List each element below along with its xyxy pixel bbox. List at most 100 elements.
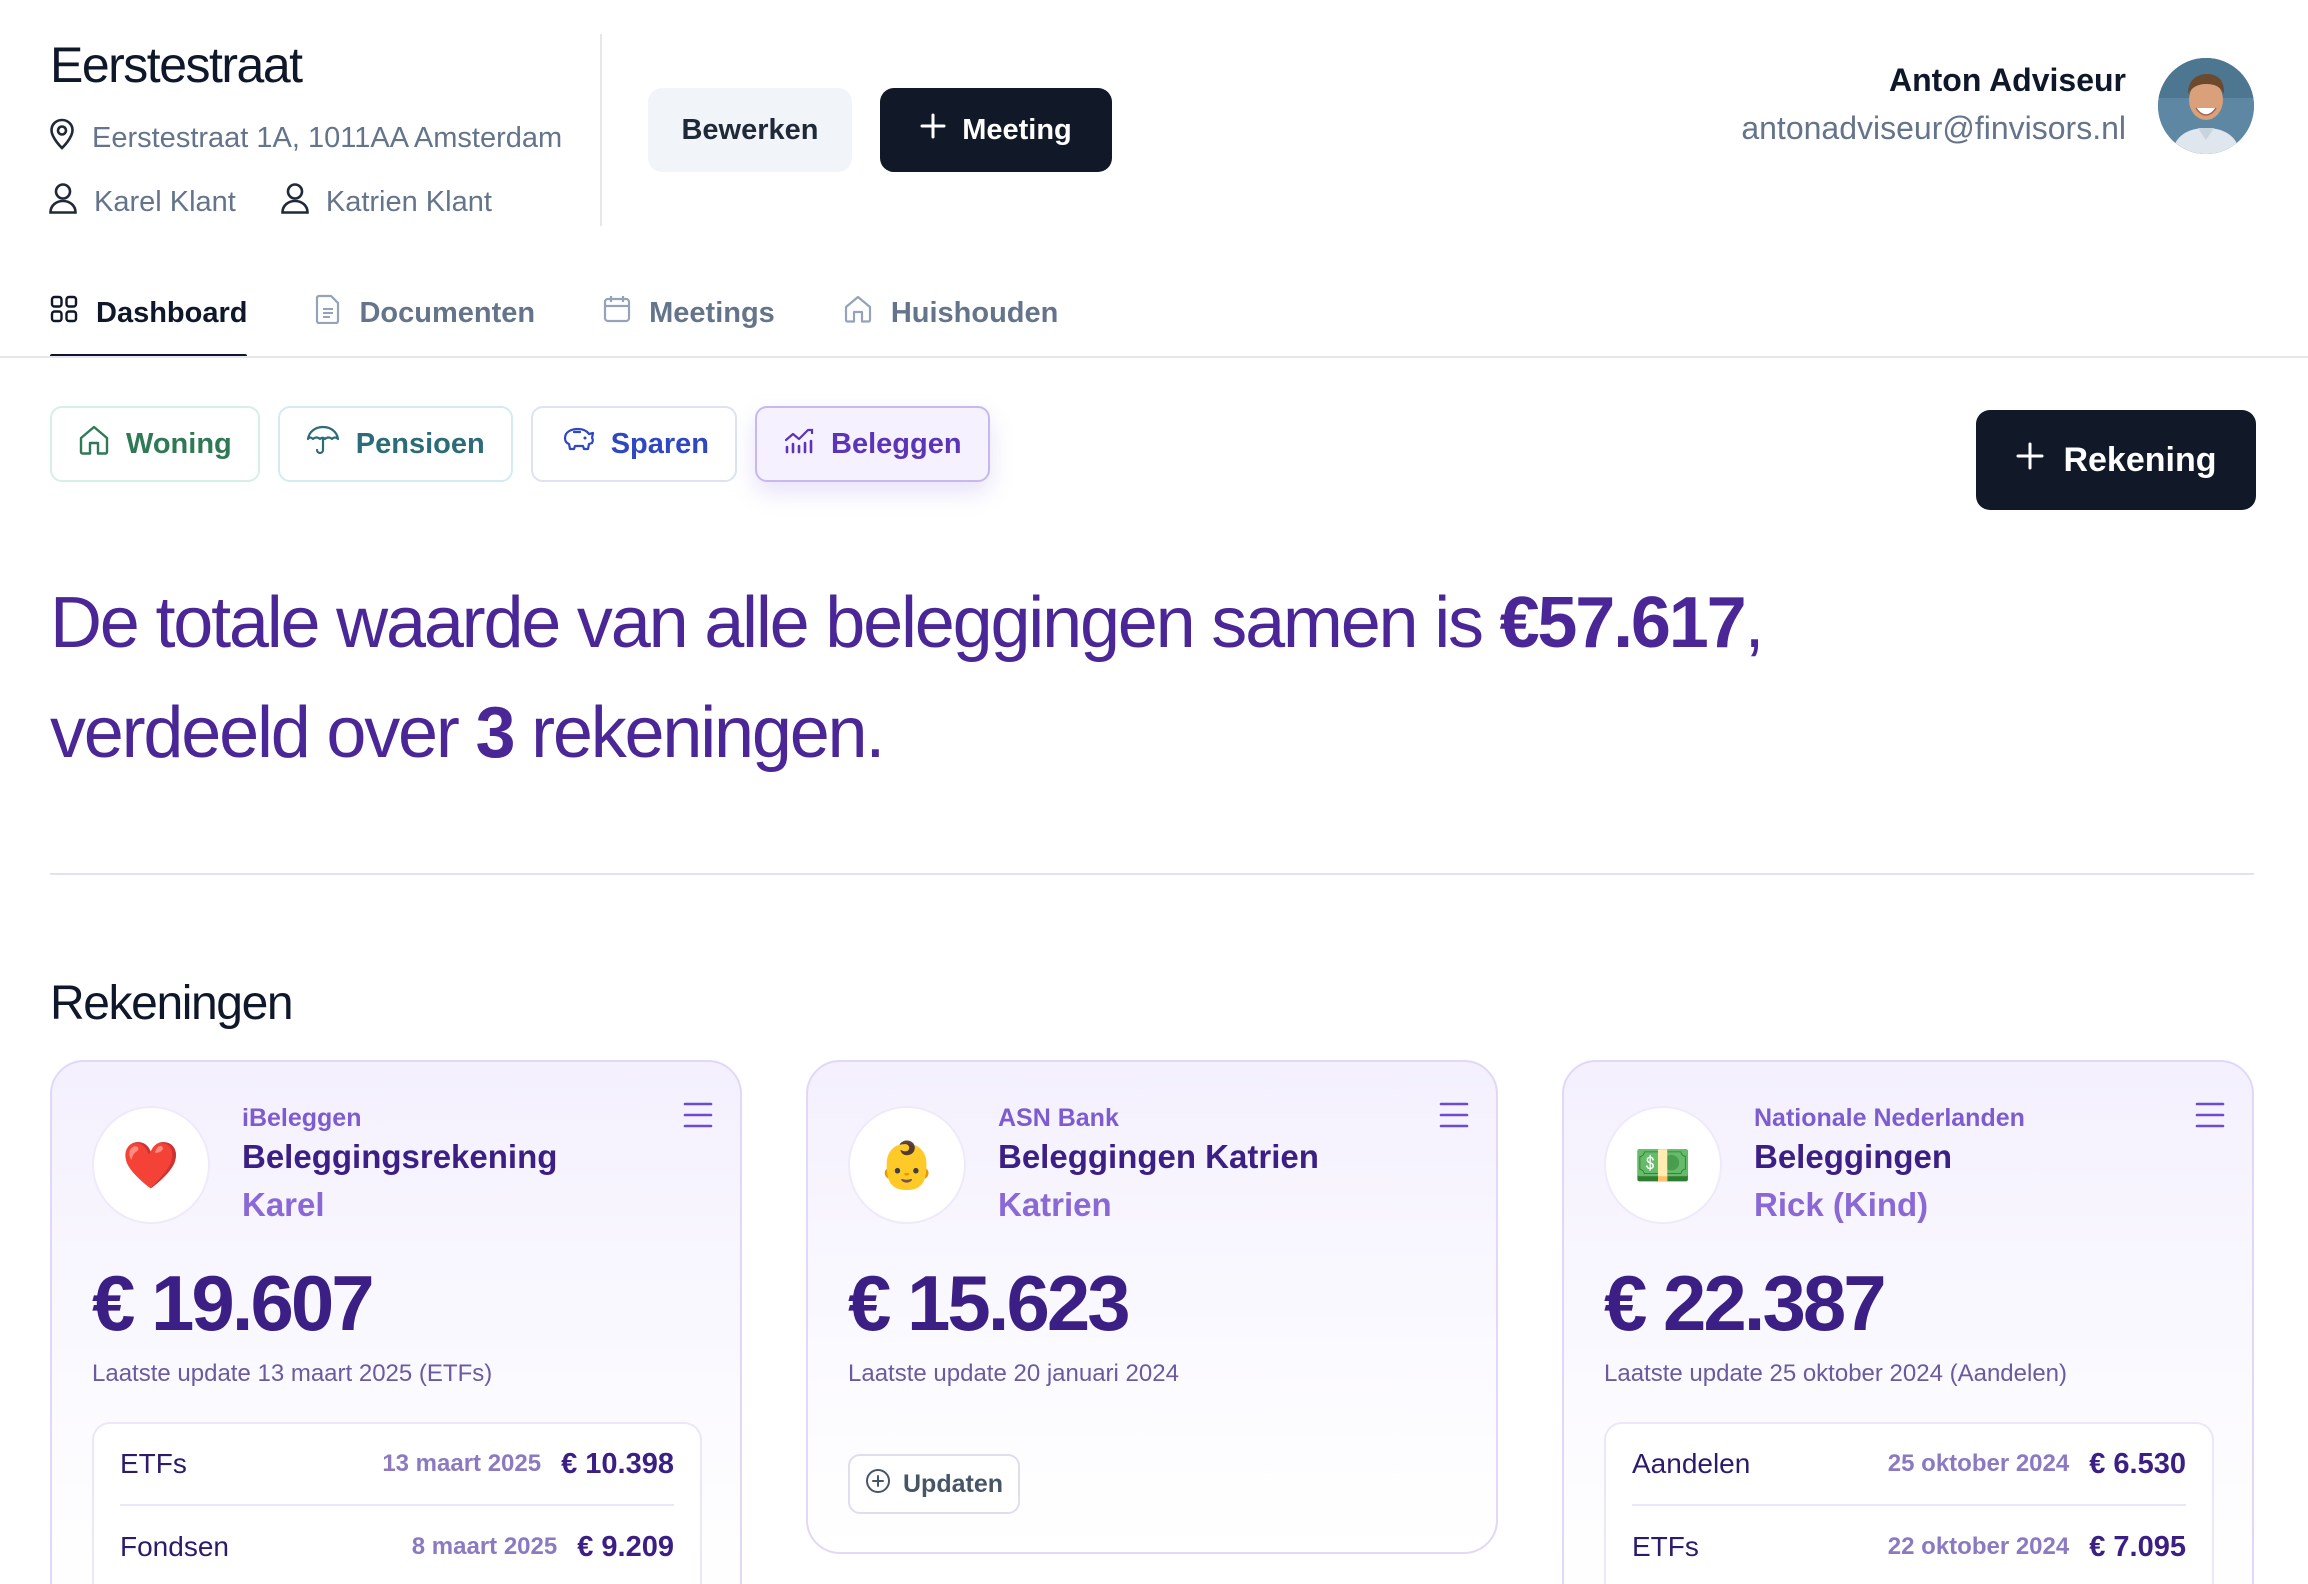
edit-button[interactable]: Bewerken — [648, 88, 852, 172]
category-label: Pensioen — [355, 427, 485, 460]
document-icon — [315, 294, 341, 332]
person-katrien: Katrien Klant — [280, 182, 492, 222]
tabs-border — [0, 356, 2308, 358]
summary-count: 3 — [475, 693, 515, 773]
account-last-update: Laatste update 13 maart 2025 (ETFs) — [92, 1360, 493, 1387]
account-logo: 👶 — [848, 1106, 966, 1224]
grid-icon — [50, 295, 78, 331]
avatar[interactable] — [2158, 58, 2254, 154]
tab-huishouden[interactable]: Huishouden — [843, 268, 1059, 358]
account-logo: ❤️ — [92, 1106, 210, 1224]
client-address: Eerstestraat 1A, 1011AA Amsterdam — [92, 121, 563, 154]
tab-label: Documenten — [359, 296, 536, 329]
user-email: antonadviseur@finvisors.nl — [1741, 110, 2126, 146]
holding-label: ETFs — [1632, 1531, 1699, 1562]
plus-icon — [920, 113, 946, 147]
holding-date: 13 maart 2025 — [382, 1450, 542, 1477]
update-label: Updaten — [903, 1469, 1003, 1498]
summary-total: €57.617 — [1499, 583, 1747, 663]
user-icon — [280, 182, 310, 222]
account-owner: Rick (Kind) — [1754, 1186, 1929, 1223]
client-header: Eerstestraat Eerstestraat 1A, 1011AA Ams… — [0, 0, 2308, 260]
tab-dashboard[interactable]: Dashboard — [50, 268, 248, 358]
account-provider: Nationale Nederlanden — [1754, 1104, 2025, 1132]
client-title: Eerstestraat — [50, 37, 303, 93]
account-holdings: Aandelen 25 oktober 2024 € 6.530 ETFs 22… — [1604, 1422, 2214, 1584]
address-row: Eerstestraat 1A, 1011AA Amsterdam — [48, 118, 562, 158]
account-owner: Karel — [242, 1186, 325, 1223]
account-amount: € 19.607 — [92, 1259, 375, 1347]
tab-label: Meetings — [649, 296, 775, 329]
menu-icon[interactable] — [2194, 1100, 2226, 1130]
account-provider: iBeleggen — [242, 1104, 362, 1132]
summary-text: De totale waarde van alle beleggingen sa… — [50, 583, 1500, 663]
investment-summary: De totale waarde van alle beleggingen sa… — [50, 568, 1950, 788]
category-sparen[interactable]: Sparen — [530, 406, 738, 482]
list-item[interactable]: ETFs 13 maart 2025 € 10.398 — [120, 1424, 674, 1506]
list-item[interactable]: Fondsen 8 maart 2025 € 9.209 — [120, 1506, 674, 1584]
category-label: Woning — [126, 427, 232, 460]
menu-icon[interactable] — [1438, 1100, 1470, 1130]
account-owner: Katrien — [998, 1186, 1112, 1223]
user-icon — [48, 182, 78, 222]
account-name: Beleggingen — [1754, 1138, 1953, 1175]
holding-value: € 10.398 — [561, 1447, 674, 1480]
account-card[interactable]: 👶 ASN Bank Beleggingen Katrien Katrien €… — [806, 1060, 1498, 1554]
person-name: Katrien Klant — [325, 185, 492, 218]
account-holdings: ETFs 13 maart 2025 € 10.398 Fondsen 8 ma… — [92, 1422, 702, 1584]
add-account-button[interactable]: Rekening — [1976, 410, 2256, 510]
person-name: Karel Klant — [94, 185, 236, 218]
update-button[interactable]: Updaten — [848, 1454, 1020, 1514]
add-meeting-button[interactable]: Meeting — [880, 88, 1112, 172]
umbrella-icon — [306, 425, 340, 463]
category-woning[interactable]: Woning — [50, 406, 260, 482]
category-beleggen[interactable]: Beleggen — [755, 406, 990, 482]
piggy-bank-icon — [559, 425, 595, 463]
category-label: Sparen — [610, 427, 710, 460]
account-last-update: Laatste update 20 januari 2024 — [848, 1360, 1179, 1387]
holding-value: € 7.095 — [2089, 1530, 2186, 1563]
account-amount: € 22.387 — [1604, 1259, 1887, 1347]
category-filter: Woning Pensioen Sparen Beleggen — [50, 406, 990, 482]
account-card[interactable]: ❤️ iBeleggen Beleggingsrekening Karel € … — [50, 1060, 742, 1584]
persons-row: Karel Klant Katrien Klant — [48, 182, 492, 222]
tab-label: Dashboard — [96, 296, 248, 329]
holding-date: 25 oktober 2024 — [1887, 1450, 2070, 1477]
section-divider — [50, 873, 2254, 875]
plus-icon — [2015, 441, 2045, 480]
summary-text: rekeningen. — [513, 693, 885, 773]
house-icon — [78, 425, 110, 463]
user-name: Anton Adviseur — [1888, 62, 2126, 98]
holding-label: ETFs — [120, 1448, 187, 1479]
add-meeting-label: Meeting — [962, 113, 1072, 146]
chart-icon — [783, 426, 815, 462]
holding-date: 22 oktober 2024 — [1887, 1533, 2070, 1560]
list-item[interactable]: Aandelen 25 oktober 2024 € 6.530 — [1632, 1424, 2186, 1506]
tab-documenten[interactable]: Documenten — [315, 268, 535, 358]
tab-label: Huishouden — [890, 296, 1059, 329]
person-karel: Karel Klant — [48, 182, 236, 222]
account-name: Beleggingsrekening — [242, 1138, 558, 1175]
accounts-title: Rekeningen — [50, 977, 294, 1030]
plus-circle-icon — [865, 1468, 891, 1501]
add-account-label: Rekening — [2063, 440, 2217, 479]
holding-value: € 9.209 — [577, 1530, 674, 1563]
holding-label: Aandelen — [1632, 1448, 1751, 1479]
holding-date: 8 maart 2025 — [411, 1533, 558, 1560]
holding-value: € 6.530 — [2089, 1447, 2186, 1480]
account-card[interactable]: 💵 Nationale Nederlanden Beleggingen Rick… — [1562, 1060, 2254, 1584]
account-name: Beleggingen Katrien — [998, 1138, 1319, 1175]
account-amount: € 15.623 — [848, 1259, 1131, 1347]
home-icon — [843, 295, 873, 331]
tab-meetings[interactable]: Meetings — [603, 268, 775, 358]
main-tabs: Dashboard Documenten Meetings Huishouden — [50, 268, 1126, 358]
header-divider — [600, 34, 602, 226]
account-last-update: Laatste update 25 oktober 2024 (Aandelen… — [1604, 1360, 2068, 1387]
menu-icon[interactable] — [682, 1100, 714, 1130]
calendar-icon — [603, 295, 631, 331]
list-item[interactable]: ETFs 22 oktober 2024 € 7.095 — [1632, 1506, 2186, 1584]
account-provider: ASN Bank — [998, 1104, 1119, 1132]
holding-label: Fondsen — [120, 1531, 229, 1562]
category-label: Beleggen — [831, 427, 962, 460]
category-pensioen[interactable]: Pensioen — [277, 406, 513, 482]
